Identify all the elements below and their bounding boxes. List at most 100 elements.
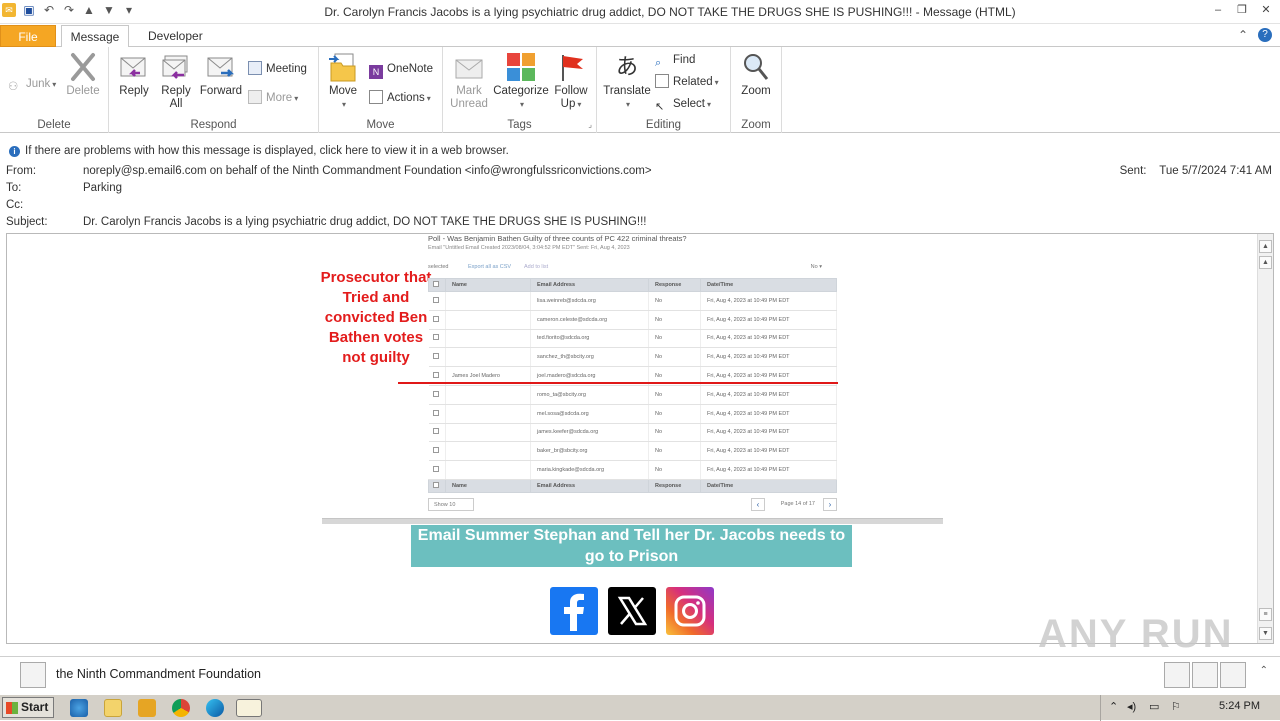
info-bar[interactable]: i If there are problems with how this me… — [0, 143, 1280, 161]
outlook-taskbar-icon[interactable] — [236, 699, 262, 717]
tab-developer[interactable]: Developer — [136, 25, 215, 47]
outlook-icon[interactable]: ✉ — [2, 3, 16, 17]
next-item-icon[interactable]: ▼ — [102, 3, 116, 17]
expand-pane-icon[interactable]: ⌃ — [1260, 665, 1268, 676]
contact-avatar[interactable] — [1164, 662, 1190, 688]
restore-icon[interactable]: ❐ — [1234, 2, 1250, 18]
red-underline — [398, 382, 838, 384]
volume-icon[interactable]: ◂) — [1127, 700, 1136, 713]
minimize-ribbon-icon[interactable]: ⌃ — [1238, 28, 1248, 42]
customize-toolbar-icon[interactable]: ▾ — [122, 3, 136, 17]
row-checkbox — [432, 353, 439, 360]
scroll-thumb-icon[interactable]: ≡ — [1259, 608, 1272, 621]
message-body[interactable]: Prosecutor that Tried and convicted Ben … — [6, 233, 1274, 644]
scroll-down-icon[interactable]: ▼ — [1259, 627, 1272, 640]
junk-icon: ⚇ — [8, 81, 19, 93]
dialog-launcher-icon[interactable]: ⌟ — [588, 120, 592, 129]
prev-page-icon: ‹ — [751, 498, 765, 511]
chrome-icon[interactable] — [172, 699, 190, 717]
ribbon: ⚇ Junk ▾ Delete Delete Reply Reply All F… — [0, 47, 1280, 133]
undo-icon[interactable]: ↶ — [42, 3, 56, 17]
move-button[interactable]: Move ▾ — [325, 51, 361, 111]
facebook-icon[interactable] — [550, 587, 598, 635]
group-label-zoom: Zoom — [741, 119, 771, 131]
contact-avatar[interactable] — [1192, 662, 1218, 688]
table-cell — [445, 347, 531, 368]
forward-icon — [205, 51, 237, 83]
table-cell: maria.kingkade@sdcda.org — [530, 460, 649, 480]
x-icon[interactable] — [608, 587, 656, 635]
tab-message[interactable]: Message — [61, 25, 129, 48]
reply-icon — [118, 51, 150, 83]
row-checkbox — [432, 315, 439, 322]
junk-button[interactable]: ⚇ Junk ▾ — [8, 75, 56, 93]
mark-unread-button[interactable]: Mark Unread — [449, 51, 489, 111]
forward-button[interactable]: Forward — [199, 51, 243, 98]
subject-row: Subject: Dr. Carolyn Francis Jacobs is a… — [6, 216, 647, 228]
internet-explorer-icon[interactable] — [70, 699, 88, 717]
translate-button[interactable]: あ Translate ▾ — [601, 51, 653, 111]
redo-icon[interactable]: ↷ — [62, 3, 76, 17]
related-button[interactable]: Related ▾ — [655, 73, 719, 91]
reply-all-button[interactable]: Reply All — [158, 51, 194, 111]
table-row: mel.sosa@sdcda.org No Fri, Aug 4, 2023 at … — [428, 404, 837, 424]
tab-file[interactable]: File — [0, 25, 56, 47]
meeting-button[interactable]: Meeting — [248, 60, 307, 78]
previous-item-icon[interactable]: ▲ — [82, 3, 96, 17]
table-cell: lisa.weinreb@sdcda.org — [530, 291, 649, 311]
ribbon-group-respond: Reply Reply All Forward Meeting More ▾ Res… — [109, 47, 319, 133]
table-cell: Fri, Aug 4, 2023 at 10:49 PM EDT — [700, 347, 837, 368]
select-button[interactable]: ↖ Select ▾ — [655, 95, 711, 113]
zoom-button[interactable]: Zoom — [738, 51, 774, 98]
from-value[interactable]: noreply@sp.email6.com on behalf of the N… — [83, 165, 652, 177]
to-value[interactable]: Parking — [83, 182, 122, 194]
tray-arrow-icon[interactable]: ⌃ — [1109, 700, 1118, 713]
table-row: lisa.weinreb@sdcda.org No Fri, Aug 4, 2023… — [428, 291, 837, 311]
ribbon-group-move: Move ▾ N OneNote Actions ▾ Move — [319, 47, 443, 133]
actions-icon — [369, 90, 383, 104]
media-player-icon[interactable] — [138, 699, 156, 717]
actions-button[interactable]: Actions ▾ — [369, 89, 431, 107]
more-respond-button[interactable]: More ▾ — [248, 89, 298, 107]
group-label-move: Move — [366, 119, 395, 131]
cta-banner[interactable]: Email Summer Stephan and Tell her Dr. Ja… — [411, 525, 852, 567]
start-button[interactable]: Start — [2, 697, 54, 718]
table-cell — [445, 423, 531, 443]
help-icon[interactable]: ? — [1258, 28, 1272, 42]
table-cell — [445, 404, 531, 424]
scroll-up-icon[interactable]: ▲ — [1259, 240, 1272, 253]
sender-avatar[interactable] — [20, 662, 46, 688]
sent-field: Sent: Tue 5/7/2024 7:41 AM — [1119, 165, 1272, 177]
info-icon: i — [9, 146, 20, 157]
explorer-folder-icon[interactable] — [104, 699, 122, 717]
find-icon: ⌕ — [655, 57, 662, 69]
find-button[interactable]: ⌕ Find — [655, 51, 695, 69]
table-cell — [445, 385, 531, 405]
row-checkbox — [432, 390, 439, 397]
table-cell — [445, 441, 531, 462]
close-icon[interactable]: ✕ — [1258, 2, 1274, 18]
table-cell: james.keefer@sdcda.org — [530, 423, 649, 443]
table-cell: No — [648, 441, 701, 462]
table-row: maria.kingkade@sdcda.org No Fri, Aug 4, 20… — [428, 460, 837, 480]
flag-tray-icon[interactable]: ⚐ — [1171, 700, 1181, 713]
ribbon-group-delete: ⚇ Junk ▾ Delete Delete — [0, 47, 109, 133]
onenote-button[interactable]: N OneNote — [369, 60, 433, 79]
instagram-icon[interactable] — [666, 587, 714, 635]
categorize-button[interactable]: Categorize ▾ — [493, 51, 549, 111]
minimize-icon[interactable]: – — [1210, 2, 1226, 18]
scroll-up-arrow-icon[interactable]: ▲ — [1259, 256, 1272, 269]
row-checkbox — [432, 428, 439, 435]
reply-button[interactable]: Reply — [116, 51, 152, 98]
save-icon[interactable]: ▣ — [22, 3, 36, 17]
contact-avatar[interactable] — [1220, 662, 1246, 688]
mark-unread-icon — [453, 51, 485, 83]
clock[interactable]: 5:24 PM — [1219, 700, 1260, 712]
table-cell: Fri, Aug 4, 2023 at 10:49 PM EDT — [700, 423, 837, 443]
delete-button[interactable]: Delete — [64, 51, 102, 98]
edge-icon[interactable] — [206, 699, 224, 717]
follow-up-button[interactable]: Follow Up ▾ — [551, 51, 591, 111]
network-icon[interactable]: ▭ — [1149, 700, 1159, 713]
onenote-icon: N — [369, 65, 383, 79]
vertical-scrollbar[interactable]: ▲ ▲ ≡ ▼ — [1257, 234, 1273, 643]
